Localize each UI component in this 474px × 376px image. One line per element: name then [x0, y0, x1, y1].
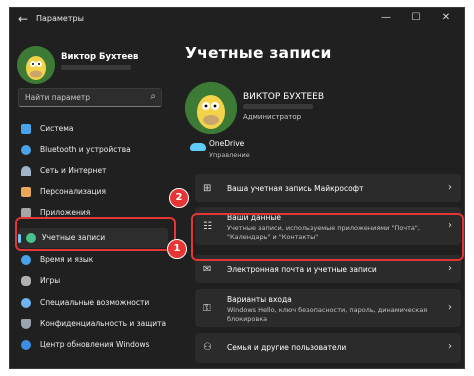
- sidebar-item-accessibility[interactable]: Специальные возможности: [18, 293, 168, 313]
- chevron-right-icon: ›: [448, 182, 452, 193]
- sidebar-item-label: Специальные возможности: [40, 298, 150, 307]
- back-arrow-icon[interactable]: ←: [18, 12, 28, 26]
- step-badge-1: 1: [167, 239, 187, 259]
- profile-name: Виктор Бухтеев: [61, 52, 139, 62]
- search-placeholder: Найти параметр: [25, 93, 90, 102]
- people-icon: ⚇: [203, 342, 212, 353]
- update-icon: [21, 340, 31, 350]
- sidebar-item-label: Система: [40, 124, 74, 133]
- settings-window: ← Параметры — ☐ ✕ Виктор Бухтеев Найти п…: [9, 7, 465, 369]
- card-title: Ваша учетная запись Майкрософт: [227, 184, 364, 193]
- key-icon: ⚿: [203, 303, 211, 314]
- card-family-users[interactable]: ⚇ Семья и другие пользователи ›: [195, 333, 461, 363]
- title-bar: ← Параметры — ☐ ✕: [10, 8, 464, 32]
- card-title: Варианты входа: [227, 295, 292, 304]
- sidebar-item-label: Сеть и Интернет: [40, 166, 107, 175]
- sidebar-item-label: Приложения: [40, 208, 91, 217]
- card-microsoft-account[interactable]: ⊞ Ваша учетная запись Майкрософт ›: [195, 174, 461, 202]
- chevron-right-icon: ›: [448, 341, 452, 352]
- onedrive-manage-link[interactable]: Управление: [209, 151, 250, 159]
- sidebar-item-label: Bluetooth и устройства: [40, 145, 131, 154]
- windows-icon: ⊞: [203, 183, 212, 194]
- card-sign-in-options[interactable]: ⚿ Варианты входа Windows Hello, ключ без…: [195, 289, 461, 327]
- sidebar-item-system[interactable]: Система: [18, 119, 168, 139]
- sidebar-item-label: Персонализация: [40, 187, 106, 196]
- user-avatar: [185, 82, 237, 134]
- chevron-right-icon: ›: [448, 302, 452, 313]
- sidebar-item-windows-update[interactable]: Центр обновления Windows: [18, 335, 168, 355]
- sidebar-item-gaming[interactable]: Игры: [18, 271, 168, 291]
- user-role: Администратор: [243, 113, 302, 121]
- step-badge-2: 2: [169, 188, 189, 208]
- accessibility-icon: [21, 298, 31, 308]
- onedrive-cloud-icon: [190, 143, 206, 151]
- wifi-icon: [21, 166, 31, 176]
- shield-icon: [21, 319, 31, 329]
- card-title: Семья и другие пользователи: [227, 343, 347, 352]
- chevron-right-icon: ›: [448, 263, 452, 274]
- brush-icon: [21, 187, 31, 197]
- close-button[interactable]: ✕: [432, 10, 460, 26]
- user-email-redacted: [243, 104, 313, 109]
- bluetooth-icon: [21, 145, 31, 155]
- card-title: Электронная почта и учетные записи: [227, 265, 377, 274]
- screenshot-frame: ← Параметры — ☐ ✕ Виктор Бухтеев Найти п…: [0, 0, 474, 376]
- sidebar-item-bluetooth[interactable]: Bluetooth и устройства: [18, 140, 168, 160]
- sidebar-item-label: Центр обновления Windows: [40, 340, 150, 349]
- highlight-box-accounts: [15, 217, 176, 251]
- sidebar-item-time-language[interactable]: Время и язык: [18, 250, 168, 270]
- page-title: Учетные записи: [185, 44, 332, 62]
- search-icon[interactable]: ⌕: [150, 91, 156, 102]
- maximize-button[interactable]: ☐: [402, 10, 430, 26]
- sidebar-item-label: Время и язык: [40, 255, 94, 264]
- highlight-box-your-info: [191, 213, 464, 261]
- window-title: Параметры: [36, 14, 84, 23]
- globe-icon: [21, 255, 31, 265]
- monitor-icon: [21, 124, 31, 134]
- sidebar-item-label: Игры: [40, 276, 61, 285]
- sidebar-item-network[interactable]: Сеть и Интернет: [18, 161, 168, 181]
- minimize-button[interactable]: —: [372, 10, 400, 26]
- sidebar-item-label: Конфиденциальность и защита: [40, 319, 167, 328]
- search-input[interactable]: Найти параметр ⌕: [18, 88, 162, 107]
- avatar[interactable]: [17, 46, 55, 84]
- sidebar: Виктор Бухтеев Найти параметр ⌕ Система …: [10, 32, 180, 368]
- card-description: Windows Hello, ключ безопасности, пароль…: [227, 306, 428, 323]
- sidebar-item-personalization[interactable]: Персонализация: [18, 182, 168, 202]
- mail-icon: ✉: [203, 264, 212, 275]
- user-name: ВИКТОР БУХТЕЕВ: [243, 92, 325, 102]
- sidebar-item-privacy[interactable]: Конфиденциальность и защита: [18, 314, 168, 334]
- gamepad-icon: [21, 276, 31, 286]
- onedrive-title[interactable]: OneDrive: [209, 139, 244, 148]
- profile-email-redacted: [61, 65, 131, 70]
